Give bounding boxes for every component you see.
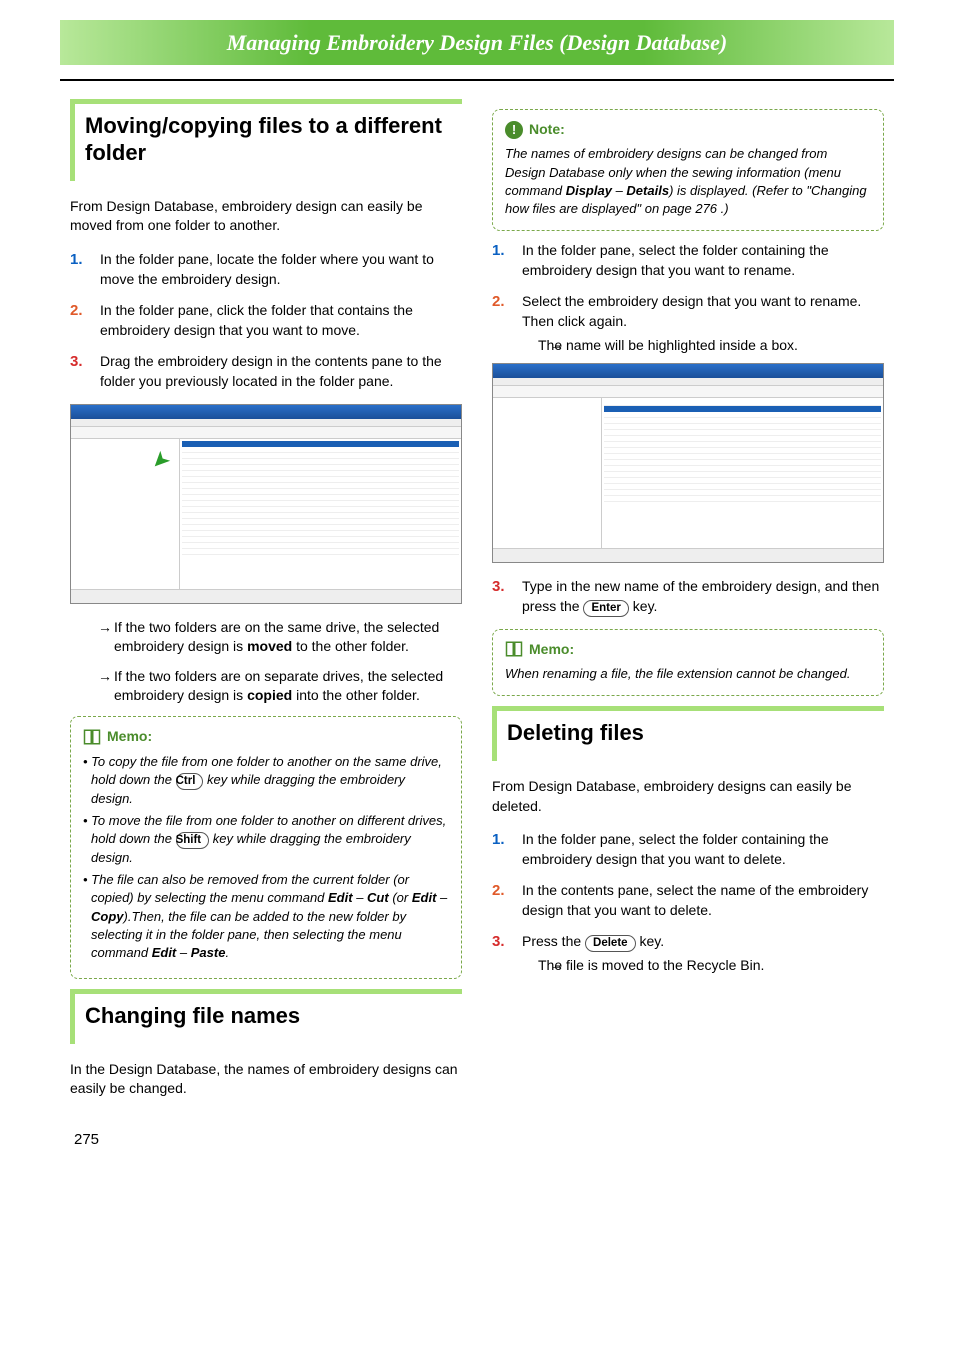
steps-deleting: In the folder pane, select the folder co… (492, 830, 884, 976)
result-moved: If the two folders are on the same drive… (70, 618, 462, 657)
key-shift: Shift (176, 832, 210, 849)
left-column: Moving/copying files to a different fold… (70, 99, 462, 1113)
memo-item-edit-cut: The file can also be removed from the cu… (83, 871, 449, 962)
changing-step-2: Select the embroidery design that you wa… (492, 292, 884, 563)
result-copied-c: into the other folder. (292, 687, 420, 703)
step-2: In the folder pane, click the folder tha… (70, 301, 462, 340)
right-column: ! Note: The names of embroidery designs … (492, 99, 884, 1113)
memo-head-2: Memo: (505, 640, 871, 660)
heading-changing-text: Changing file names (85, 1002, 454, 1030)
divider (60, 79, 894, 81)
heading-moving: Moving/copying files to a different fold… (70, 99, 462, 181)
heading-deleting: Deleting files (492, 706, 884, 761)
key-delete: Delete (585, 935, 636, 952)
steps-moving: In the folder pane, locate the folder wh… (70, 250, 462, 392)
memo-label-2: Memo: (529, 640, 574, 660)
intro-moving: From Design Database, embroidery design … (70, 197, 462, 236)
memo-head: Memo: (83, 727, 449, 747)
screenshot-rename (492, 363, 884, 563)
memo-rename-text: When renaming a file, the file extension… (505, 666, 850, 681)
memo-moving: Memo: To copy the file from one folder t… (70, 716, 462, 979)
deleting-step-3-result: The file is moved to the Recycle Bin. (522, 956, 884, 976)
heading-deleting-text: Deleting files (507, 719, 876, 747)
memo-list: To copy the file from one folder to anot… (83, 753, 449, 963)
heading-moving-text: Moving/copying files to a different fold… (85, 112, 454, 167)
step-1: In the folder pane, locate the folder wh… (70, 250, 462, 289)
alert-icon: ! (505, 121, 523, 139)
memo-label: Memo: (107, 727, 152, 747)
memo-rename-extension: Memo: When renaming a file, the file ext… (492, 629, 884, 697)
intro-changing: In the Design Database, the names of emb… (70, 1060, 462, 1099)
memo-icon (83, 728, 101, 746)
note-label: Note: (529, 120, 565, 140)
note-changing-names: ! Note: The names of embroidery designs … (492, 109, 884, 231)
two-column-layout: Moving/copying files to a different fold… (70, 99, 884, 1113)
deleting-step-1: In the folder pane, select the folder co… (492, 830, 884, 869)
result-moved-c: to the other folder. (292, 638, 409, 654)
result-copied: If the two folders are on separate drive… (70, 667, 462, 706)
steps-changing: In the folder pane, select the folder co… (492, 241, 884, 617)
memo-item-shift: To move the file from one folder to anot… (83, 812, 449, 867)
result-copied-b: copied (247, 687, 292, 703)
page-banner: Managing Embroidery Design Files (Design… (60, 20, 894, 65)
deleting-step-3: Press the Delete key. The file is moved … (492, 932, 884, 976)
changing-step-3: Type in the new name of the embroidery d… (492, 577, 884, 617)
heading-changing: Changing file names (70, 989, 462, 1044)
screenshot-drag-folder: ➤ (70, 404, 462, 604)
changing-step-1: In the folder pane, select the folder co… (492, 241, 884, 280)
changing-step-2-result: The name will be highlighted inside a bo… (522, 336, 884, 356)
memo-item-ctrl: To copy the file from one folder to anot… (83, 753, 449, 808)
note-head: ! Note: (505, 120, 871, 140)
deleting-step-2: In the contents pane, select the name of… (492, 881, 884, 920)
intro-deleting: From Design Database, embroidery designs… (492, 777, 884, 816)
page-number: 275 (74, 1129, 954, 1150)
step-3: Drag the embroidery design in the conten… (70, 352, 462, 391)
key-enter: Enter (583, 600, 628, 617)
memo-icon (505, 640, 523, 658)
result-moved-b: moved (247, 638, 292, 654)
key-ctrl: Ctrl (176, 773, 204, 790)
